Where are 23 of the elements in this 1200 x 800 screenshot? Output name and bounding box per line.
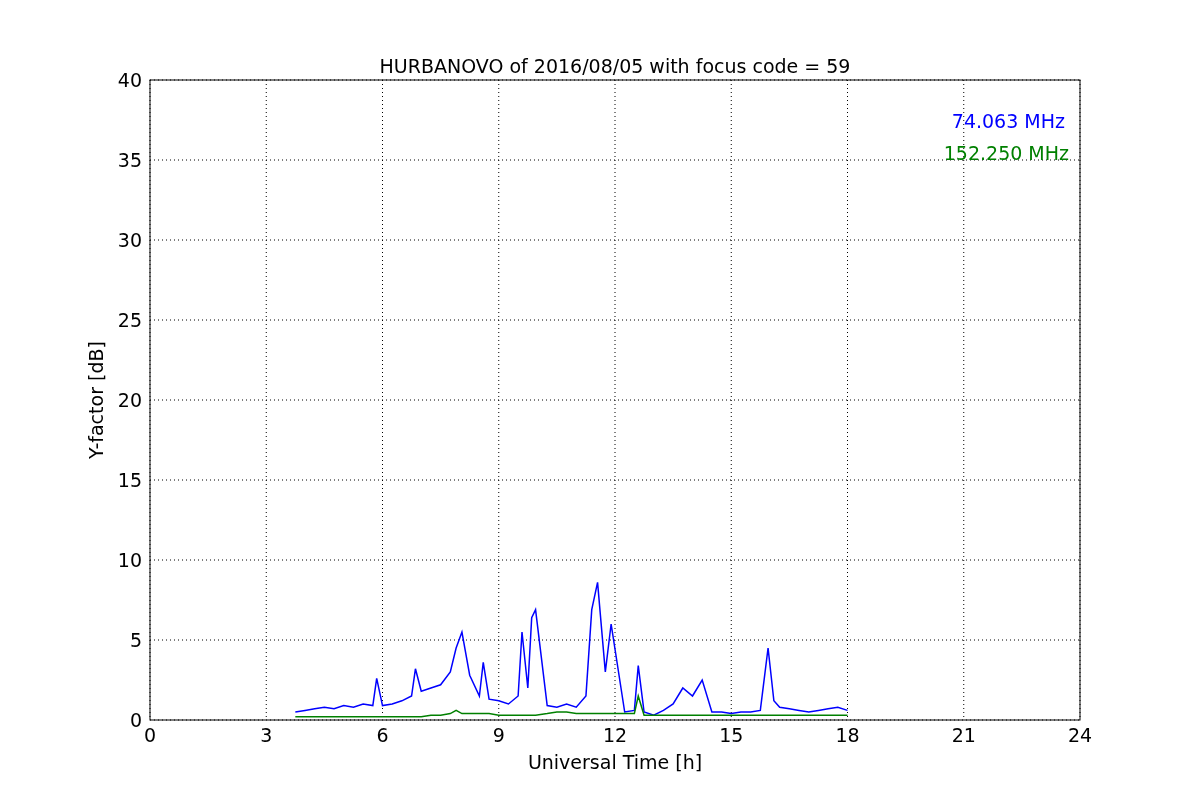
y-tick-label: 0: [129, 709, 142, 731]
legend-label: 152.250 MHz: [943, 142, 1069, 164]
x-tick-label: 21: [951, 724, 976, 746]
x-axis-label: Universal Time [h]: [527, 751, 703, 773]
y-tick-label: 10: [117, 549, 142, 571]
x-tick-label: 15: [719, 724, 744, 746]
y-tick-label: 35: [117, 149, 142, 171]
x-tick-label: 0: [143, 724, 157, 746]
x-tick-label: 3: [260, 724, 273, 746]
chart-title: HURBANOVO of 2016/08/05 with focus code = 59: [379, 55, 851, 77]
x-tick-label: 18: [835, 724, 860, 746]
x-tick-label: 24: [1067, 724, 1093, 746]
y-tick-label: 20: [117, 389, 142, 411]
y-tick-label: 5: [129, 629, 142, 651]
y-tick-label: 30: [117, 229, 142, 251]
y-tick-label: 15: [117, 469, 142, 491]
x-tick-label: 12: [602, 724, 628, 746]
y-tick-label: 40: [117, 69, 142, 91]
y-tick-label: 25: [117, 309, 142, 331]
x-tick-label: 6: [376, 724, 389, 746]
x-tick-label: 9: [492, 724, 505, 746]
y-axis-label: Y-factor [dB]: [85, 341, 107, 459]
legend-label: 74.063 MHz: [951, 110, 1065, 132]
